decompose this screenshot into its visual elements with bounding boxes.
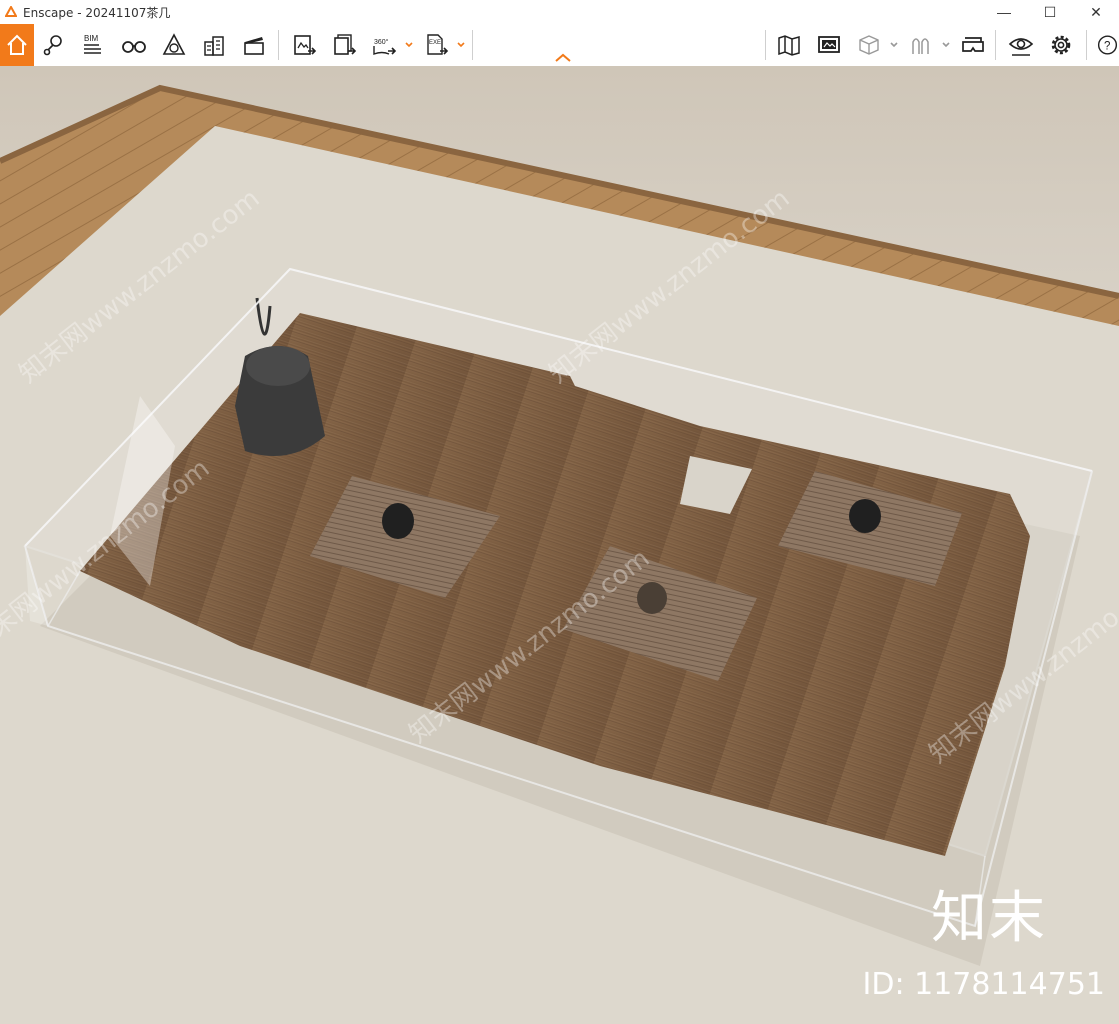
bim-button[interactable]: BIM <box>74 24 110 66</box>
bim-icon: BIM <box>84 34 101 54</box>
help-button[interactable]: ? <box>1092 24 1119 66</box>
home-button[interactable] <box>0 24 34 66</box>
location-button[interactable] <box>36 24 72 66</box>
vr-button[interactable] <box>955 24 991 66</box>
svg-text:BIM: BIM <box>84 34 99 43</box>
chevron-down-icon <box>890 42 898 48</box>
map-icon <box>778 35 800 56</box>
clapperboard-icon <box>244 37 264 55</box>
svg-text:EXE: EXE <box>429 40 441 46</box>
maximize-button[interactable]: ☐ <box>1027 0 1073 24</box>
section-box-button[interactable] <box>851 24 887 66</box>
binoculars-icon <box>122 41 146 53</box>
exe-export-icon: EXE <box>427 34 449 55</box>
toolbar-separator <box>995 30 996 60</box>
people-dropdown[interactable] <box>939 24 953 66</box>
atmosphere-icon <box>162 33 186 55</box>
views-button[interactable] <box>811 24 847 66</box>
panorama-button[interactable]: 360° <box>366 24 402 66</box>
gear-icon <box>1051 35 1071 55</box>
close-button[interactable]: ✕ <box>1073 0 1119 24</box>
svg-text:360°: 360° <box>374 38 389 46</box>
minimize-icon: — <box>997 4 1011 20</box>
watermark-id: ID: 1178114751 <box>862 967 1105 1002</box>
svg-text:?: ? <box>1104 40 1110 52</box>
map-button[interactable] <box>771 24 807 66</box>
toolbar-separator <box>472 30 473 60</box>
visual-settings-button[interactable] <box>1003 24 1039 66</box>
help-icon: ? <box>1097 35 1118 55</box>
watermark-logo: 知末 <box>931 886 1047 951</box>
batch-export-icon <box>334 34 357 55</box>
chevron-down-icon <box>942 42 950 48</box>
settings-button[interactable] <box>1043 24 1079 66</box>
panorama-icon: 360° <box>373 38 397 56</box>
minimize-button[interactable]: — <box>981 0 1027 24</box>
vr-headset-icon <box>962 37 984 52</box>
video-editor-button[interactable] <box>236 24 272 66</box>
chevron-up-icon <box>555 53 571 62</box>
render-viewport[interactable]: 知末网www.znzmo.com 知末网www.znzmo.com 知末网www… <box>0 66 1119 1024</box>
screenshot-export-icon <box>294 35 317 55</box>
enscape-logo-icon <box>5 6 17 17</box>
toolbar-separator <box>1086 30 1087 60</box>
exe-export-button[interactable]: EXE <box>418 24 454 66</box>
section-box-dropdown[interactable] <box>887 24 901 66</box>
views-icon <box>818 36 840 53</box>
panorama-dropdown[interactable] <box>402 24 416 66</box>
cube-icon <box>859 35 879 55</box>
render-screenshot-button[interactable] <box>286 24 322 66</box>
people-icon <box>912 38 929 54</box>
chevron-down-icon <box>405 42 413 48</box>
eye-icon <box>1008 38 1034 56</box>
batch-render-button[interactable] <box>326 24 362 66</box>
toolbar-separator <box>278 30 279 60</box>
exe-export-dropdown[interactable] <box>454 24 468 66</box>
people-button[interactable] <box>903 24 939 66</box>
chevron-down-icon <box>457 42 465 48</box>
window-title: Enscape - 20241107茶几 <box>23 5 171 20</box>
map-pin-icon <box>43 35 62 56</box>
buildings-icon <box>204 36 224 56</box>
asset-library-button[interactable] <box>196 24 232 66</box>
maximize-icon: ☐ <box>1043 3 1057 20</box>
close-icon: ✕ <box>1090 3 1102 20</box>
binoculars-button[interactable] <box>116 24 152 66</box>
title-bar: Enscape - 20241107茶几 — ☐ ✕ <box>0 0 1119 24</box>
toolbar-separator <box>765 30 766 60</box>
atmosphere-button[interactable] <box>156 24 192 66</box>
home-icon <box>7 34 27 55</box>
collapse-toolbar-button[interactable] <box>553 24 573 62</box>
